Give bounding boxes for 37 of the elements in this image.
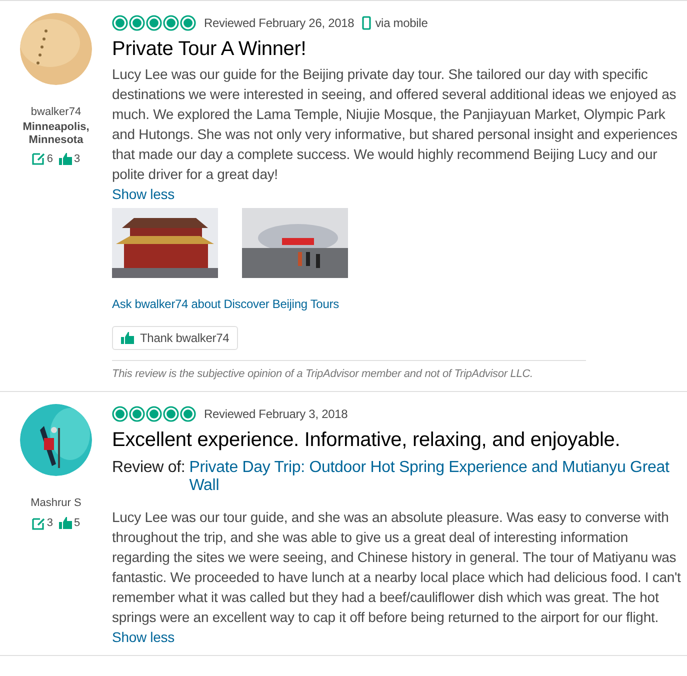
review-date: Reviewed February 26, 2018	[204, 15, 354, 32]
thank-button[interactable]: Thank bwalker74	[112, 326, 238, 350]
bubble-icon	[129, 406, 145, 422]
review-text: Lucy Lee was our guide for the Beijing private day tour. She tailored our day with specific destinations we were interested in seeing, and offered several additional ideas we enjoyed as much. We explored the Lama Temple, Niujie Mosque, the Panjiayuan Market, Olympic Park and Hutongs. She was not only very informative, but shared personal insight and experiences that made our day a complete success. We would highly recommend Beijing Lucy and our polite driver for a great day!	[112, 65, 678, 184]
bubble-icon	[112, 406, 128, 422]
username[interactable]: bwalker74	[30, 104, 82, 120]
bubble-icon	[146, 15, 162, 31]
username[interactable]: Mashrur S	[30, 494, 82, 511]
show-less-link[interactable]: Show less	[112, 184, 681, 204]
bubble-icon	[146, 406, 162, 422]
bubble-icon	[180, 15, 196, 31]
bubble-icon	[163, 406, 179, 422]
disclaimer: This review is the subjective opinion of a TripAdvisor member and not of TripAdvisor LLC.	[112, 360, 586, 382]
bubble-icon	[163, 15, 179, 31]
thumbs-up-icon	[59, 152, 72, 165]
thumbs-up-icon	[59, 517, 72, 530]
user-location: Minneapolis, Minnesota	[22, 120, 90, 146]
pencil-icon	[32, 152, 45, 166]
bubble-icon	[112, 15, 128, 31]
bubble-icon	[129, 15, 145, 31]
show-less-link[interactable]: Show less	[112, 626, 681, 646]
phone-icon	[362, 16, 372, 30]
review-title[interactable]: Excellent experience. Informative, relaxing, and enjoyable.	[112, 426, 681, 452]
review-date: Reviewed February 3, 2018	[204, 406, 348, 422]
via-mobile-label: via mobile	[375, 15, 428, 32]
review-title[interactable]: Private Tour A Winner!	[112, 36, 681, 62]
bubble-icon	[180, 406, 196, 422]
ask-link[interactable]: Ask bwalker74 about Discover Beijing Tours	[112, 297, 339, 311]
review-count: 3	[46, 516, 53, 531]
helpful-count: 5	[74, 516, 80, 531]
tour-link[interactable]: Private Day Trip: Outdoor Hot Spring Experience and Mutianyu Great Wall	[189, 458, 681, 494]
review-text: Lucy Lee was our tour guide, and she was an absolute pleasure. Was easy to converse with throughout the trip, and she was able to give us a great deal of interesting information regarding the sites we were seeing, and Chinese history in general. The tour of Matiyanu was fantastic. We proceeded to have lunch at a nearby local place which had delicious food. I can't remember what it was called but they had a beef/cauliflower dish which was great. The hot springs were an excellent way to cap it off before being returned to the airport for our flight.	[112, 508, 681, 626]
review-count: 6	[46, 152, 53, 166]
helpful-count: 3	[74, 152, 80, 166]
pencil-icon	[32, 516, 45, 530]
review-of-label: Review of:	[112, 458, 186, 478]
thumbs-up-icon	[121, 332, 134, 344]
